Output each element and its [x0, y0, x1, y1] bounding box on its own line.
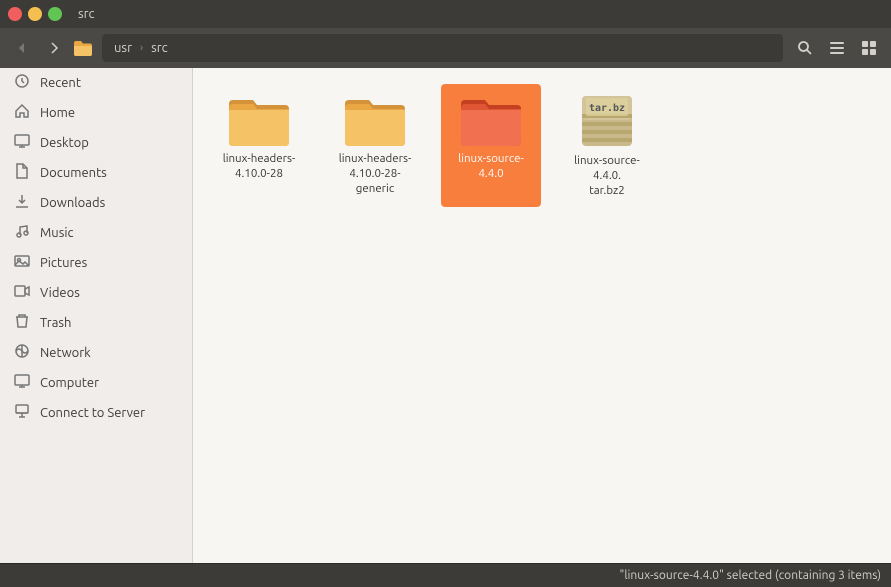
file-item-linux-headers-428[interactable]: linux-headers-4.10.0-28 [209, 84, 309, 207]
toolbar-right [791, 34, 883, 62]
titlebar: src [0, 0, 891, 28]
sidebar-documents-label: Documents [40, 166, 107, 180]
file-item-linux-source-440-tar[interactable]: tar.bz linux-source-4.4.0.tar.bz2 [557, 84, 657, 207]
sidebar-recent-label: Recent [40, 76, 81, 90]
folder-icon-orange-2 [343, 92, 407, 148]
home-icon [12, 103, 32, 123]
minimize-button[interactable] [28, 7, 42, 21]
main-area: Recent Home Desktop [0, 68, 891, 563]
sidebar-item-connect-to-server[interactable]: Connect to Server [0, 398, 192, 428]
desktop-icon [12, 133, 32, 153]
trash-icon [12, 313, 32, 333]
sidebar-item-computer[interactable]: Computer [0, 368, 192, 398]
sidebar-item-home[interactable]: Home [0, 98, 192, 128]
list-view-button[interactable] [823, 34, 851, 62]
sidebar-item-network[interactable]: Network [0, 338, 192, 368]
sidebar-music-label: Music [40, 226, 74, 240]
downloads-icon [12, 193, 32, 213]
statusbar: "linux-source-4.4.0" selected (containin… [0, 563, 891, 587]
sidebar-item-videos[interactable]: Videos [0, 278, 192, 308]
file-name-linux-headers-428: linux-headers-4.10.0-28 [223, 152, 296, 182]
sidebar-item-trash[interactable]: Trash [0, 308, 192, 338]
sidebar-item-documents[interactable]: Documents [0, 158, 192, 188]
svg-text:tar.bz: tar.bz [589, 103, 625, 114]
breadcrumb-src[interactable]: src [147, 40, 172, 56]
file-name-linux-source-440-tar: linux-source-4.4.0.tar.bz2 [563, 154, 651, 199]
close-button[interactable] [8, 7, 22, 21]
file-name-linux-headers-428-generic: linux-headers-4.10.0-28-generic [331, 152, 419, 197]
location-folder-icon [72, 37, 94, 59]
computer-icon [12, 373, 32, 393]
back-button[interactable] [8, 34, 36, 62]
videos-icon [12, 283, 32, 303]
window-title: src [78, 7, 95, 21]
breadcrumb-separator: › [140, 42, 143, 54]
sidebar-item-recent[interactable]: Recent [0, 68, 192, 98]
tarbz2-icon: tar.bz [578, 92, 636, 150]
sidebar-item-desktop[interactable]: Desktop [0, 128, 192, 158]
sidebar-connect-label: Connect to Server [40, 406, 145, 420]
connect-to-server-icon [12, 403, 32, 423]
window-controls [8, 7, 62, 21]
sidebar: Recent Home Desktop [0, 68, 193, 563]
location-bar: usr › src [102, 34, 783, 62]
sidebar-item-music[interactable]: Music [0, 218, 192, 248]
sidebar-item-pictures[interactable]: Pictures [0, 248, 192, 278]
sidebar-pictures-label: Pictures [40, 256, 87, 270]
grid-view-button[interactable] [855, 34, 883, 62]
sidebar-trash-label: Trash [40, 316, 71, 330]
toolbar: usr › src [0, 28, 891, 68]
file-item-linux-headers-428-generic[interactable]: linux-headers-4.10.0-28-generic [325, 84, 425, 207]
music-icon [12, 223, 32, 243]
documents-icon [12, 163, 32, 183]
sidebar-downloads-label: Downloads [40, 196, 105, 210]
folder-icon-red [459, 92, 523, 148]
status-text: "linux-source-4.4.0" selected (containin… [620, 569, 881, 582]
folder-icon-orange-1 [227, 92, 291, 148]
file-name-linux-source-440: linux-source-4.4.0 [447, 152, 535, 182]
pictures-icon [12, 253, 32, 273]
sidebar-computer-label: Computer [40, 376, 99, 390]
sidebar-home-label: Home [40, 106, 75, 120]
forward-button[interactable] [40, 34, 68, 62]
sidebar-videos-label: Videos [40, 286, 80, 300]
file-area: linux-headers-4.10.0-28 linux-headers-4.… [193, 68, 891, 563]
file-item-linux-source-440[interactable]: linux-source-4.4.0 [441, 84, 541, 207]
network-icon [12, 343, 32, 363]
search-button[interactable] [791, 34, 819, 62]
sidebar-network-label: Network [40, 346, 91, 360]
maximize-button[interactable] [48, 7, 62, 21]
sidebar-desktop-label: Desktop [40, 136, 89, 150]
breadcrumb-usr[interactable]: usr [110, 40, 136, 56]
recent-icon [12, 73, 32, 93]
file-grid: linux-headers-4.10.0-28 linux-headers-4.… [209, 84, 875, 207]
sidebar-item-downloads[interactable]: Downloads [0, 188, 192, 218]
